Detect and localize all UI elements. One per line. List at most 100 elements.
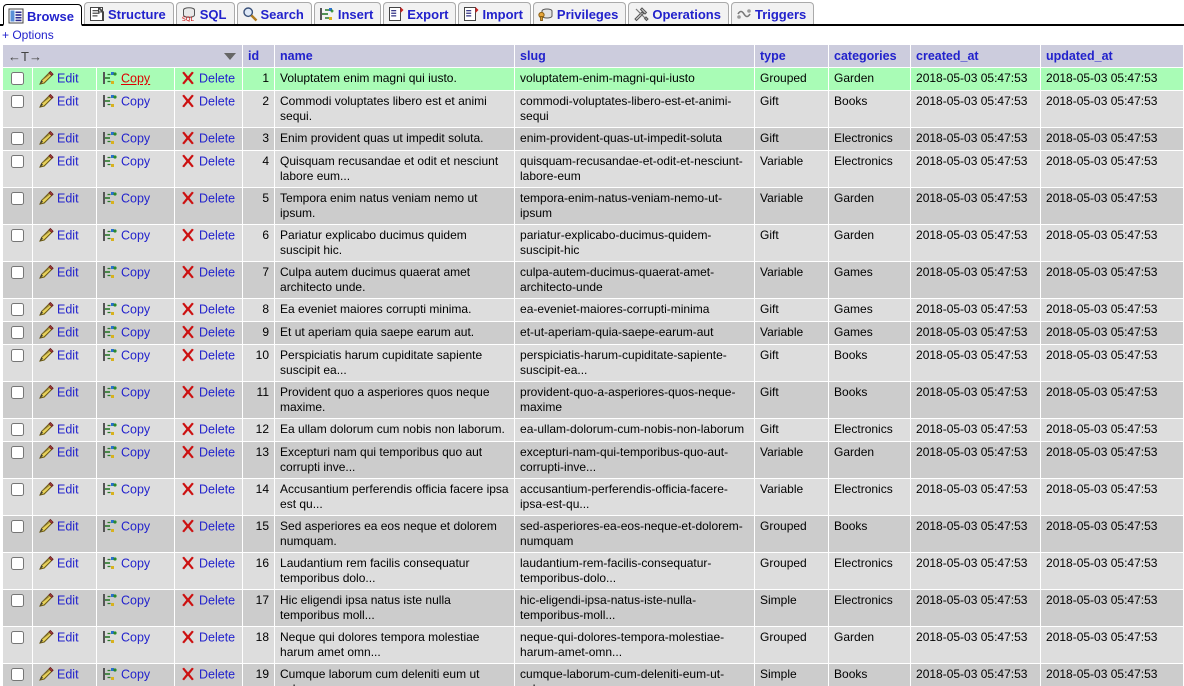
copy-link[interactable]: Copy xyxy=(121,483,150,497)
delete-link[interactable]: Delete xyxy=(199,349,235,363)
tab-privileges[interactable]: Privileges xyxy=(532,2,627,24)
cell-name[interactable]: Sed asperiores ea eos neque et dolorem n… xyxy=(274,515,516,553)
cell-edit-action[interactable]: Edit xyxy=(32,261,97,299)
cell-row-select[interactable] xyxy=(2,127,33,151)
cell-type[interactable]: Gift xyxy=(754,298,830,322)
table-row[interactable]: Edit Copy Delete 14 Accusantium perferendis … xyxy=(2,478,1184,516)
cell-copy-action[interactable]: Copy xyxy=(96,441,175,479)
cell-row-select[interactable] xyxy=(2,67,33,91)
cell-slug[interactable]: enim-provident-quas-ut-impedit-soluta xyxy=(514,127,756,151)
delete-link[interactable]: Delete xyxy=(199,72,235,86)
copy-link[interactable]: Copy xyxy=(121,72,150,86)
cell-created-at[interactable]: 2018-05-03 05:47:53 xyxy=(910,187,1042,225)
delete-link[interactable]: Delete xyxy=(199,483,235,497)
cell-name[interactable]: Ea ullam dolorum cum nobis non laborum. xyxy=(274,418,516,442)
cell-row-select[interactable] xyxy=(2,441,33,479)
delete-link[interactable]: Delete xyxy=(199,423,235,437)
cell-edit-action[interactable]: Edit xyxy=(32,344,97,382)
cell-name[interactable]: Quisquam recusandae et odit et nesciunt … xyxy=(274,150,516,188)
tab-import[interactable]: Import xyxy=(458,2,531,24)
table-row[interactable]: Edit Copy Delete 7 Culpa autem ducimus quaer… xyxy=(2,261,1184,299)
cell-row-select[interactable] xyxy=(2,224,33,262)
edit-link[interactable]: Edit xyxy=(57,520,79,534)
cell-delete-action[interactable]: Delete xyxy=(173,344,244,382)
cell-slug[interactable]: laudantium-rem-facilis-consequatur-tempo… xyxy=(514,552,756,590)
delete-link[interactable]: Delete xyxy=(199,192,235,206)
copy-link[interactable]: Copy xyxy=(121,520,150,534)
column-header-categories[interactable]: categories xyxy=(828,44,912,68)
row-select-checkbox[interactable] xyxy=(11,520,24,534)
cell-id[interactable]: 16 xyxy=(242,552,276,590)
edit-link[interactable]: Edit xyxy=(57,155,79,169)
cell-created-at[interactable]: 2018-05-03 05:47:53 xyxy=(910,552,1042,590)
cell-delete-action[interactable]: Delete xyxy=(173,261,244,299)
cell-copy-action[interactable]: Copy xyxy=(96,626,175,664)
copy-link[interactable]: Copy xyxy=(121,229,150,243)
cell-name[interactable]: Commodi voluptates libero est et animi s… xyxy=(274,90,516,128)
cell-edit-action[interactable]: Edit xyxy=(32,321,97,345)
cell-slug[interactable]: cumque-laborum-cum-deleniti-eum-ut-culpa xyxy=(514,663,756,686)
cell-created-at[interactable]: 2018-05-03 05:47:53 xyxy=(910,381,1042,419)
delete-link[interactable]: Delete xyxy=(199,386,235,400)
cell-slug[interactable]: quisquam-recusandae-et-odit-et-nesciunt-… xyxy=(514,150,756,188)
cell-name[interactable]: Tempora enim natus veniam nemo ut ipsum. xyxy=(274,187,516,225)
tab-search[interactable]: Search xyxy=(236,2,312,24)
cell-name[interactable]: Culpa autem ducimus quaerat amet archite… xyxy=(274,261,516,299)
tab-insert[interactable]: Insert xyxy=(313,2,382,24)
cell-name[interactable]: Neque qui dolores tempora molestiae haru… xyxy=(274,626,516,664)
cell-row-select[interactable] xyxy=(2,187,33,225)
cell-categories[interactable]: Games xyxy=(828,298,912,322)
cell-id[interactable]: 19 xyxy=(242,663,276,686)
tab-export[interactable]: Export xyxy=(383,2,457,24)
cell-slug[interactable]: perspiciatis-harum-cupiditate-sapiente-s… xyxy=(514,344,756,382)
table-row[interactable]: Edit Copy Delete 18 Neque qui dolores tempor… xyxy=(2,626,1184,664)
row-nav-arrows[interactable]: ←T→ xyxy=(8,49,42,64)
table-row[interactable]: Edit Copy Delete 8 Ea eveniet maiores corrup… xyxy=(2,298,1184,322)
cell-categories[interactable]: Electronics xyxy=(828,552,912,590)
edit-link[interactable]: Edit xyxy=(57,483,79,497)
cell-type[interactable]: Grouped xyxy=(754,552,830,590)
cell-row-select[interactable] xyxy=(2,381,33,419)
cell-edit-action[interactable]: Edit xyxy=(32,478,97,516)
cell-edit-action[interactable]: Edit xyxy=(32,418,97,442)
cell-updated-at[interactable]: 2018-05-03 05:47:53 xyxy=(1040,663,1184,686)
row-select-checkbox[interactable] xyxy=(11,483,24,497)
cell-slug[interactable]: provident-quo-a-asperiores-quos-neque-ma… xyxy=(514,381,756,419)
copy-link[interactable]: Copy xyxy=(121,303,150,317)
cell-categories[interactable]: Garden xyxy=(828,441,912,479)
cell-edit-action[interactable]: Edit xyxy=(32,381,97,419)
cell-categories[interactable]: Electronics xyxy=(828,478,912,516)
cell-row-select[interactable] xyxy=(2,552,33,590)
cell-id[interactable]: 7 xyxy=(242,261,276,299)
cell-updated-at[interactable]: 2018-05-03 05:47:53 xyxy=(1040,67,1184,91)
row-select-checkbox[interactable] xyxy=(11,155,24,169)
tab-browse[interactable]: Browse xyxy=(3,4,82,26)
cell-categories[interactable]: Books xyxy=(828,663,912,686)
edit-link[interactable]: Edit xyxy=(57,229,79,243)
cell-copy-action[interactable]: Copy xyxy=(96,589,175,627)
cell-row-select[interactable] xyxy=(2,90,33,128)
row-select-checkbox[interactable] xyxy=(11,229,24,243)
cell-slug[interactable]: neque-qui-dolores-tempora-molestiae-haru… xyxy=(514,626,756,664)
cell-type[interactable]: Gift xyxy=(754,90,830,128)
cell-created-at[interactable]: 2018-05-03 05:47:53 xyxy=(910,127,1042,151)
edit-link[interactable]: Edit xyxy=(57,423,79,437)
cell-created-at[interactable]: 2018-05-03 05:47:53 xyxy=(910,441,1042,479)
table-row[interactable]: Edit Copy Delete 11 Provident quo a asperior… xyxy=(2,381,1184,419)
edit-link[interactable]: Edit xyxy=(57,557,79,571)
cell-updated-at[interactable]: 2018-05-03 05:47:53 xyxy=(1040,261,1184,299)
cell-id[interactable]: 3 xyxy=(242,127,276,151)
column-header-updated-at[interactable]: updated_at xyxy=(1040,44,1184,68)
cell-updated-at[interactable]: 2018-05-03 05:47:53 xyxy=(1040,150,1184,188)
cell-type[interactable]: Simple xyxy=(754,663,830,686)
cell-created-at[interactable]: 2018-05-03 05:47:53 xyxy=(910,150,1042,188)
cell-copy-action[interactable]: Copy xyxy=(96,552,175,590)
column-header-type[interactable]: type xyxy=(754,44,830,68)
cell-id[interactable]: 8 xyxy=(242,298,276,322)
copy-link[interactable]: Copy xyxy=(121,423,150,437)
copy-link[interactable]: Copy xyxy=(121,631,150,645)
cell-type[interactable]: Gift xyxy=(754,381,830,419)
row-select-checkbox[interactable] xyxy=(11,95,24,109)
table-row[interactable]: Edit Copy Delete 19 Cumque laborum cum delen… xyxy=(2,663,1184,686)
column-header-slug[interactable]: slug xyxy=(514,44,756,68)
